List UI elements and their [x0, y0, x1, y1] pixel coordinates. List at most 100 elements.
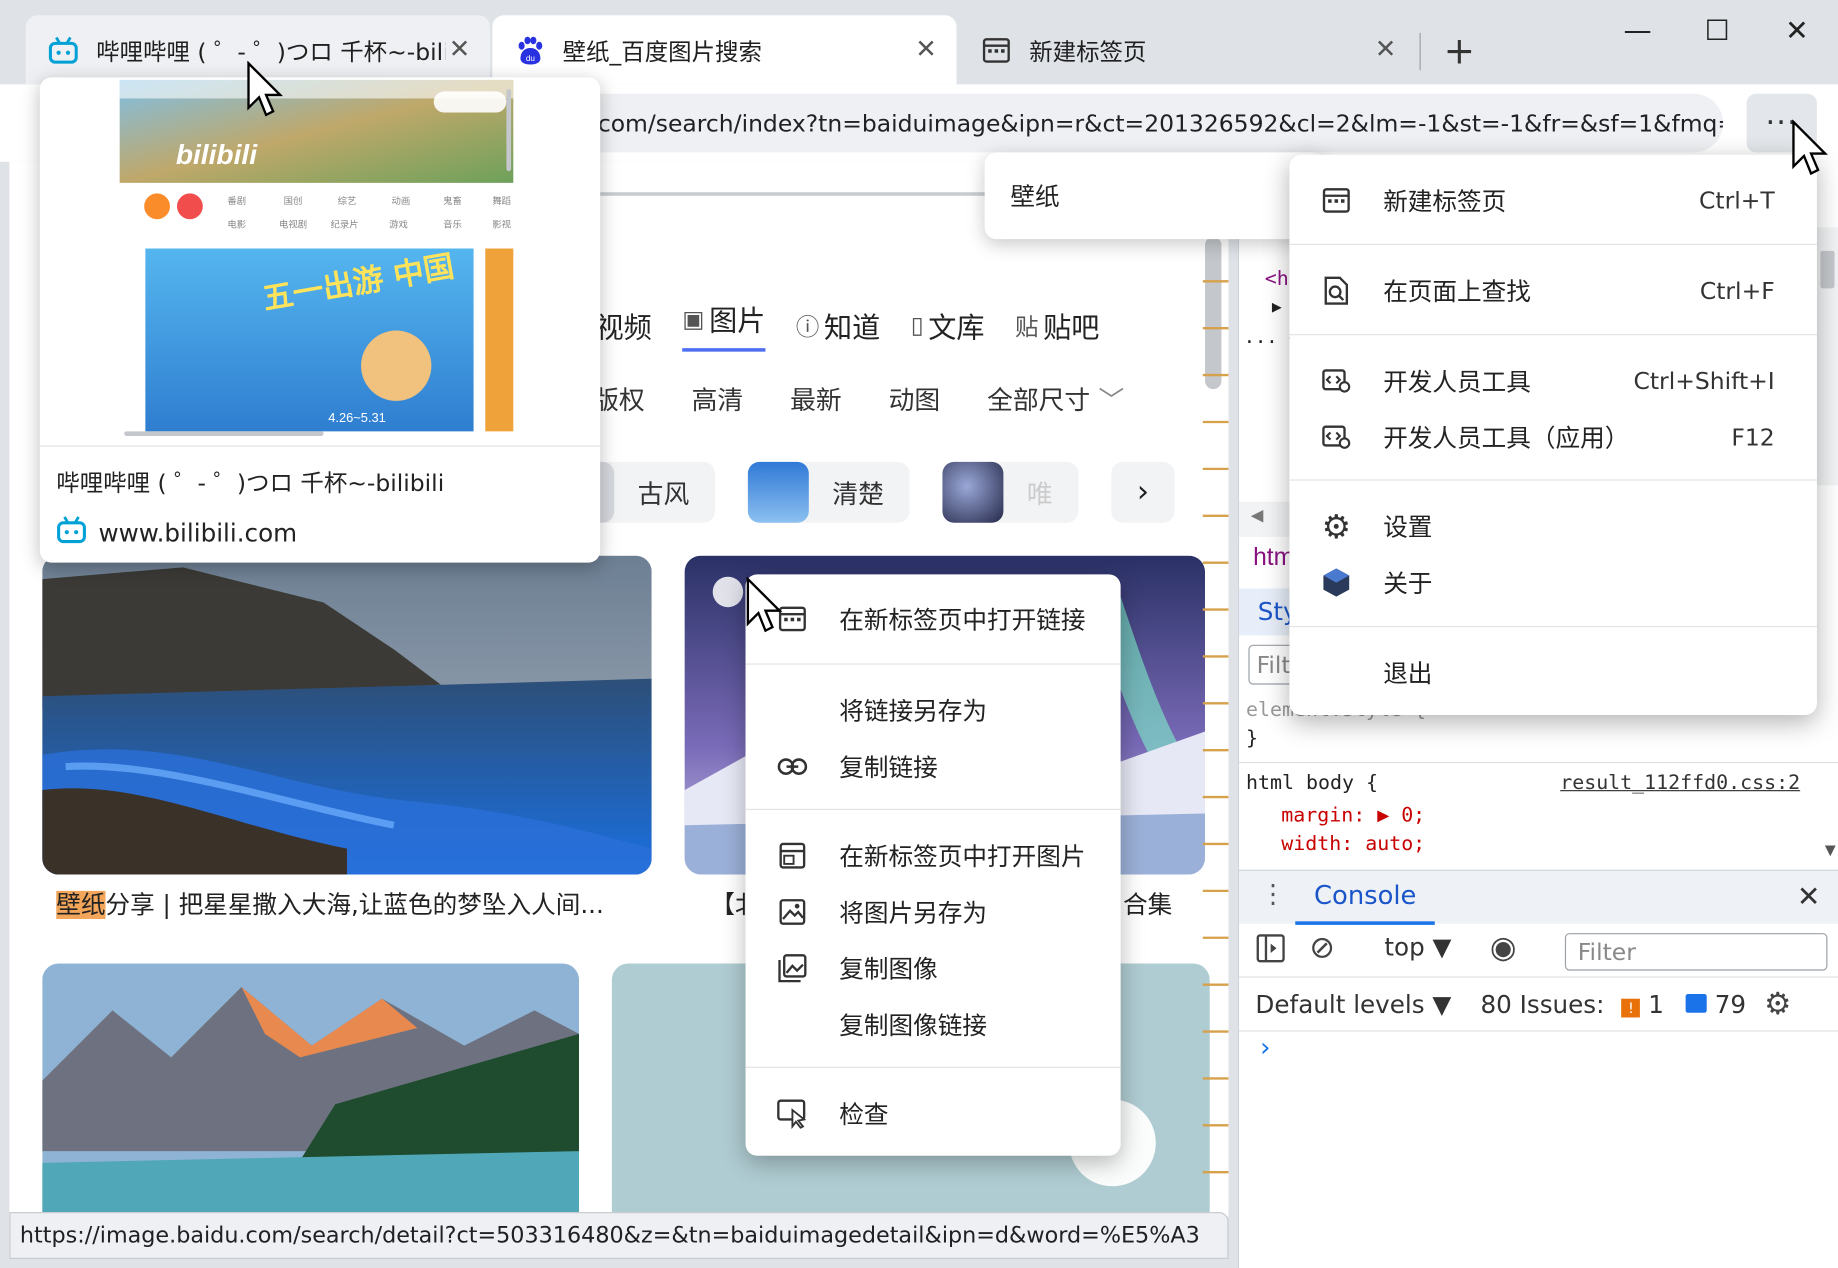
svg-text:电视剧: 电视剧	[279, 218, 307, 229]
menu-item-label: 在新标签页中打开图片	[839, 842, 1086, 871]
app-menu-item-label: 开发人员工具（应用）	[1383, 424, 1630, 453]
tab-close-icon[interactable]: ✕	[445, 35, 473, 64]
nav-tab-images[interactable]: ▣ 图片	[682, 298, 766, 352]
menu-separator	[1289, 625, 1817, 628]
log-levels-select[interactable]: Default levels ▼	[1255, 990, 1451, 1018]
tab-baidu-images[interactable]: du 壁纸_百度图片搜索 ✕	[492, 15, 957, 85]
tags-next-button[interactable]: ›	[1111, 461, 1175, 523]
clear-console-icon[interactable]: ⊘	[1309, 931, 1335, 966]
filter-latest[interactable]: 最新	[790, 380, 842, 418]
menu-copy-image-link[interactable]: 复制图像链接	[746, 999, 1121, 1051]
nav-tab-label: 贴吧	[1043, 311, 1100, 345]
nav-tab-zhidao[interactable]: ⓘ 知道	[796, 298, 880, 352]
question-icon: ⓘ	[795, 312, 820, 341]
menu-inspect[interactable]: 检查	[746, 1088, 1121, 1140]
menu-separator	[745, 808, 1121, 810]
live-expression-eye-icon[interactable]: ◉	[1490, 931, 1517, 966]
svg-text:4.26~5.31: 4.26~5.31	[328, 410, 386, 425]
scroll-down-arrow-icon[interactable]: ▼	[1825, 842, 1836, 858]
console-prompt[interactable]: ›	[1260, 1034, 1270, 1063]
chevron-down-icon: ﹀	[1098, 386, 1125, 417]
css-property-margin[interactable]: margin: ▶ 0;	[1281, 804, 1425, 827]
nav-tab-tieba[interactable]: 贴贴吧	[1015, 298, 1099, 352]
app-menu-item-label: 关于	[1383, 569, 1433, 598]
console-filter-input[interactable]: Filter	[1564, 933, 1828, 971]
tab-title: 壁纸_百度图片搜索	[562, 37, 762, 66]
tab-close-icon[interactable]: ✕	[912, 35, 940, 64]
css-property-width[interactable]: width: auto;	[1281, 832, 1425, 855]
app-menu-item-label: 开发人员工具	[1383, 368, 1531, 397]
hover-card-url: www.bilibili.com	[56, 516, 297, 550]
devtools-icon	[1289, 367, 1383, 395]
tab-new-tab[interactable]: 新建标签页 ✕	[959, 15, 1416, 84]
dom-scrollbar[interactable]	[1816, 227, 1838, 486]
html-breadcrumb[interactable]: htm	[1253, 544, 1294, 572]
context-select[interactable]: top ▼	[1384, 933, 1451, 961]
new-tab-button[interactable]: +	[1439, 28, 1479, 73]
css-source-link[interactable]: result_112ffd0.css:2	[1560, 771, 1800, 794]
beach-photo	[42, 555, 652, 875]
image-result[interactable]	[42, 963, 580, 1217]
menu-copy-image[interactable]: 复制图像	[746, 942, 1121, 994]
console-levels-bar: Default levels ▼ 80 Issues: ! 1 79 ⚙	[1239, 978, 1838, 1032]
filter-animated[interactable]: 动图	[889, 380, 941, 418]
mouse-cursor-icon	[247, 60, 283, 117]
app-menu-exit[interactable]: 退出	[1289, 646, 1816, 700]
tag-qingchu[interactable]: 清楚	[747, 461, 910, 523]
log-levels-label: Default levels	[1255, 989, 1425, 1019]
maximize-button[interactable]: ☐	[1690, 9, 1744, 51]
app-menu-find[interactable]: 在页面上查找 Ctrl+F	[1289, 264, 1816, 318]
hover-card-title: 哔哩哔哩 ( ゜- ゜)つロ 千杯~-bilibili	[56, 468, 445, 498]
menu-open-image-new-tab[interactable]: 在新标签页中打开图片	[746, 830, 1121, 882]
menu-open-link-new-tab[interactable]: 在新标签页中打开链接	[746, 593, 1121, 645]
minimize-button[interactable]: —	[1611, 9, 1665, 51]
tag-gufeng[interactable]: 古风	[595, 461, 716, 523]
devtools-icon	[1289, 423, 1383, 451]
status-url-text: https://image.baidu.com/search/detail?ct…	[19, 1222, 1200, 1249]
menu-save-image-as[interactable]: 将图片另存为	[746, 886, 1121, 938]
element-style-close: }	[1246, 726, 1259, 751]
nav-tab-wenku[interactable]: ▯ 文库	[911, 298, 985, 352]
menu-item-label: 在新标签页中打开链接	[839, 606, 1086, 635]
close-drawer-icon[interactable]: ✕	[1797, 880, 1821, 913]
link-icon	[746, 757, 840, 776]
filter-copyright[interactable]: 版权	[593, 380, 645, 418]
open-image-icon	[746, 842, 840, 870]
message-icon	[1685, 993, 1707, 1013]
app-menu-settings[interactable]: ⚙ 设置	[1289, 499, 1816, 553]
app-menu-devtools-app[interactable]: 开发人员工具（应用） F12	[1289, 410, 1816, 464]
menu-item-label: 将图片另存为	[839, 899, 987, 928]
app-menu-new-tab[interactable]: 新建标签页 Ctrl+T	[1289, 173, 1816, 227]
menu-item-label: 检查	[839, 1100, 889, 1129]
filter-hd[interactable]: 高清	[692, 380, 744, 418]
tab-close-icon[interactable]: ✕	[1371, 35, 1399, 64]
address-bar[interactable]: com/search/index?tn=baiduimage&ipn=r&ct=…	[515, 93, 1724, 153]
issues-counter[interactable]: 80 Issues: ! 1 79	[1480, 990, 1746, 1018]
context-select-value: top	[1384, 933, 1425, 962]
filter-size-label: 全部尺寸	[987, 386, 1091, 417]
console-settings-gear-icon[interactable]: ⚙	[1764, 987, 1791, 1022]
menu-copy-link[interactable]: 复制链接	[746, 741, 1121, 793]
image-caption-suffix: 合集	[1123, 886, 1172, 921]
menu-save-link-as[interactable]: 将链接另存为	[746, 685, 1121, 737]
console-tab[interactable]: Console	[1295, 871, 1436, 925]
status-bar-url: https://image.baidu.com/search/detail?ct…	[9, 1212, 1229, 1259]
app-menu-devtools[interactable]: 开发人员工具 Ctrl+Shift+I	[1289, 354, 1816, 408]
close-window-button[interactable]: ✕	[1770, 9, 1824, 51]
baidu-paw-icon: du	[513, 33, 546, 66]
svg-text:综艺: 综艺	[338, 195, 357, 206]
tag-thumbnail	[942, 461, 1004, 523]
drawer-menu-icon[interactable]: ⋮	[1260, 880, 1286, 909]
expand-triangle-icon[interactable]: ▶	[1272, 298, 1282, 317]
sidebar-toggle-icon[interactable]	[1255, 933, 1285, 968]
app-menu-about[interactable]: 关于	[1289, 556, 1816, 610]
issues-info-count: 79	[1714, 989, 1747, 1019]
mouse-cursor-icon	[1792, 119, 1828, 176]
image-caption[interactable]: 壁纸分享 | 把星星撒入大海,让蓝色的梦坠入人间...	[56, 886, 604, 921]
search-suggestion[interactable]: 壁纸	[984, 152, 1325, 240]
nav-tab-video[interactable]: 视频	[595, 298, 651, 352]
tag-wei[interactable]: 唯	[942, 461, 1079, 523]
nav-tab-label: 视频	[595, 311, 652, 345]
filter-size[interactable]: 全部尺寸 ﹀	[987, 380, 1124, 418]
image-result[interactable]	[42, 555, 652, 875]
